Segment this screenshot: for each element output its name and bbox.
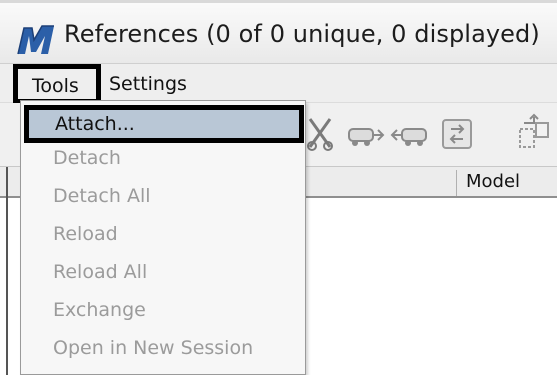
menu-settings-label: Settings [109,73,187,95]
menu-tools[interactable]: Tools [13,64,101,104]
menu-item-reload[interactable]: Reload [53,223,118,245]
list-border [6,167,8,375]
open-session-icon[interactable] [512,113,552,153]
menu-item-detach[interactable]: Detach [53,147,121,169]
menu-item-detach-all[interactable]: Detach All [53,185,151,207]
menu-item-exchange[interactable]: Exchange [53,299,146,321]
menu-item-attach[interactable]: Attach... [24,105,304,143]
exchange-icon[interactable] [437,113,477,153]
tools-menu-dropdown: Attach... Detach Detach All Reload Reloa… [20,100,306,375]
menu-item-open-in-new-session[interactable]: Open in New Session [53,337,253,359]
window-title: References (0 of 0 unique, 0 displayed) [64,20,540,48]
menu-item-reload-all[interactable]: Reload All [53,261,147,283]
detach-icon[interactable] [300,113,340,153]
column-divider[interactable] [456,170,457,196]
window-titlebar: References (0 of 0 unique, 0 displayed) [0,0,557,63]
column-header-model[interactable]: Model [466,171,520,192]
menu-tools-label: Tools [32,75,79,97]
menu-item-attach-label: Attach... [55,113,135,135]
reload-icon[interactable] [345,113,385,153]
menu-settings[interactable]: Settings [109,73,187,95]
menu-bar: Tools Settings [0,63,557,104]
microstation-icon [17,25,54,55]
reload-all-icon[interactable] [390,113,430,153]
